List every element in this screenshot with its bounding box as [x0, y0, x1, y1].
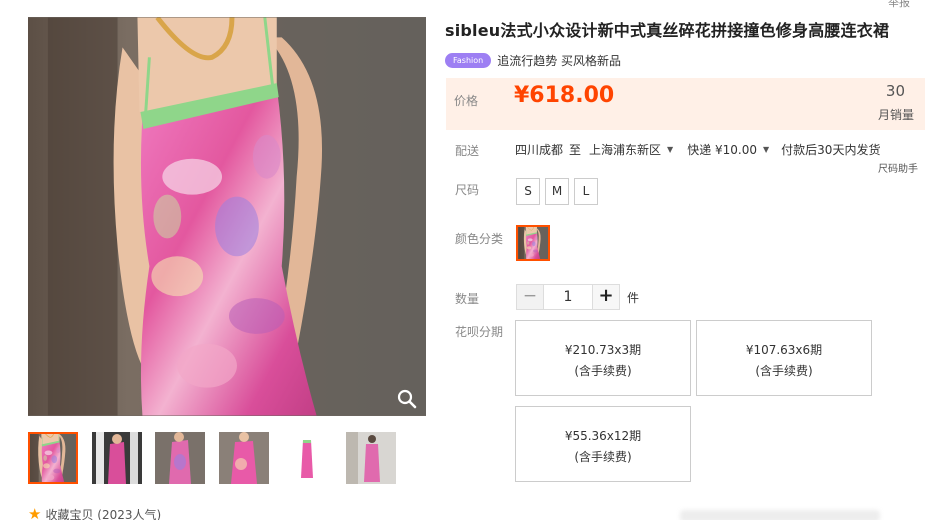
- thumbnail[interactable]: [92, 432, 142, 484]
- installment-amount: ¥107.63x6期: [745, 343, 823, 357]
- blurred-action-area: [680, 510, 880, 520]
- star-icon: ★: [28, 505, 42, 520]
- thumbnail[interactable]: [155, 432, 205, 484]
- installment-label: 花呗分期: [455, 325, 504, 339]
- report-link[interactable]: 举报: [888, 0, 910, 10]
- color-option[interactable]: [516, 225, 550, 261]
- price-label: 价格: [454, 94, 479, 108]
- size-label: 尺码: [455, 183, 480, 197]
- installment-amount: ¥55.36x12期: [564, 429, 642, 443]
- installment-fee-note: (含手续费): [574, 364, 632, 378]
- main-product-image[interactable]: [28, 17, 426, 416]
- fashion-badge: Fashion: [445, 53, 492, 68]
- size-helper-link[interactable]: 尺码助手: [878, 160, 918, 175]
- thumbnail[interactable]: [219, 432, 269, 484]
- ship-destination-select[interactable]: 上海浦东新区 ▼: [589, 141, 673, 158]
- tagline-text: 追流行趋势 买风格新品: [497, 54, 622, 68]
- thumbnail[interactable]: [28, 432, 78, 484]
- installment-amount: ¥210.73x3期: [564, 343, 642, 357]
- magnifier-icon[interactable]: [396, 388, 418, 410]
- ship-method: 快递 ¥10.00: [687, 143, 758, 157]
- quantity-label: 数量: [455, 292, 480, 306]
- tagline: Fashion 追流行趋势 买风格新品: [445, 52, 621, 69]
- ship-method-select[interactable]: 快递 ¥10.00 ▼: [687, 141, 769, 158]
- ship-destination: 上海浦东新区: [589, 143, 662, 157]
- thumbnail[interactable]: [346, 432, 396, 484]
- color-label: 颜色分类: [455, 232, 504, 246]
- size-option-l[interactable]: L: [574, 178, 598, 205]
- shipping-row: 四川成都 至 上海浦东新区 ▼ 快递 ¥10.00 ▼ 付款后30天内发货: [515, 141, 880, 158]
- price-panel: 价格 ¥618.00 30 月销量: [446, 78, 925, 130]
- installment-option-3[interactable]: ¥210.73x3期 (含手续费): [515, 320, 691, 396]
- installment-option-12[interactable]: ¥55.36x12期 (含手续费): [515, 406, 691, 482]
- ship-to-word: 至: [569, 143, 582, 157]
- caret-down-icon: ▼: [667, 145, 674, 154]
- shipping-label: 配送: [455, 144, 480, 158]
- favorite-button[interactable]: ★ 收藏宝贝 (2023人气): [28, 506, 161, 520]
- quantity-input[interactable]: 1: [544, 284, 592, 310]
- caret-down-icon: ▼: [763, 145, 770, 154]
- size-option-m[interactable]: M: [545, 178, 569, 205]
- installment-fee-note: (含手续费): [755, 364, 813, 378]
- favorite-label: 收藏宝贝 (2023人气): [45, 508, 162, 520]
- quantity-increase-button[interactable]: +: [592, 284, 620, 310]
- product-title: sibleu法式小众设计新中式真丝碎花拼接撞色修身高腰连衣裙: [445, 21, 890, 40]
- installment-fee-note: (含手续费): [574, 450, 632, 464]
- quantity-decrease-button[interactable]: −: [516, 284, 544, 310]
- thumbnail[interactable]: [282, 432, 332, 484]
- monthly-sales-label: 月销量: [877, 108, 914, 122]
- quantity-unit: 件: [627, 291, 640, 305]
- thumbnail-strip: [28, 432, 428, 486]
- size-option-s[interactable]: S: [516, 178, 540, 205]
- ship-note: 付款后30天内发货: [781, 143, 881, 157]
- installment-option-6[interactable]: ¥107.63x6期 (含手续费): [696, 320, 872, 396]
- price-value: ¥618.00: [514, 83, 615, 108]
- monthly-sales-count: 30: [885, 82, 905, 100]
- dress-photo: [28, 17, 426, 416]
- ship-from: 四川成都: [515, 143, 564, 157]
